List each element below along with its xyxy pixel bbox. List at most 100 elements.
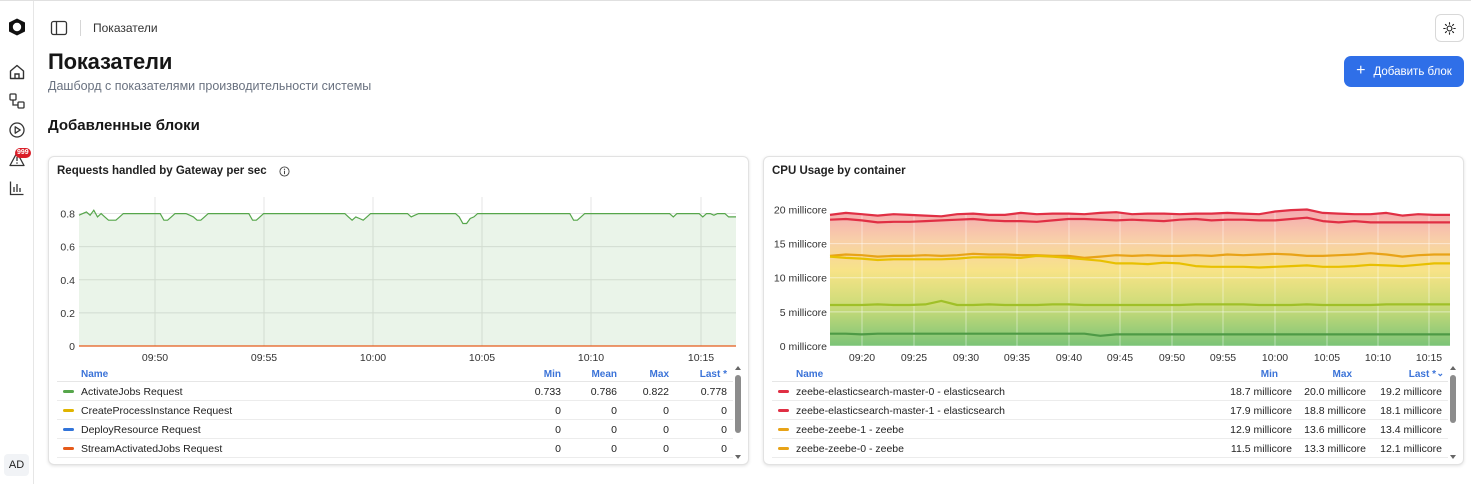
col-name[interactable]: Name — [796, 369, 823, 380]
value-mean: 0 — [611, 424, 617, 436]
processes-icon[interactable] — [7, 91, 27, 111]
series-name: ActivateJobs Request — [81, 386, 183, 398]
x-tick-label: 09:50 — [1159, 352, 1185, 362]
series-color-swatch — [63, 409, 74, 412]
value-max: 13.6 millicore — [1304, 424, 1366, 436]
value-max: 0.822 — [642, 386, 669, 398]
legend-table: Name Min Mean Max Last * ActivateJobs Re… — [57, 365, 733, 458]
y-tick-label: 0.8 — [60, 209, 75, 221]
panel-requests-gateway[interactable]: 0 0.2 0.4 0.6 0.8 09:50 09:55 10:00 10:05 10:10 10… — [48, 156, 749, 465]
col-mean[interactable]: Mean — [591, 369, 617, 380]
y-tick-label: 0.4 — [60, 275, 75, 287]
legend-row[interactable]: zeebe-zeebe-1 - zeebe 12.9 millicore 13.6 … — [772, 420, 1448, 439]
y-tick-label: 10 millicore — [774, 273, 827, 285]
x-tick-label: 10:00 — [1262, 352, 1288, 362]
avatar[interactable]: AD — [4, 454, 29, 476]
add-block-label: Добавить блок — [1373, 65, 1452, 78]
series-name: StreamActivatedJobs Request — [81, 443, 223, 455]
plus-icon: + — [1356, 61, 1366, 79]
panel-title: Requests handled by Gateway per sec — [57, 165, 267, 177]
value-min: 0 — [555, 443, 561, 455]
legend-scrollbar[interactable] — [734, 365, 742, 460]
info-icon[interactable] — [279, 165, 290, 177]
add-block-button[interactable]: + Добавить блок — [1344, 56, 1464, 87]
legend-row[interactable]: ActivateJobs Request 0.733 0.786 0.822 0.778 — [57, 382, 733, 401]
home-icon[interactable] — [7, 62, 27, 82]
play-icon[interactable] — [7, 120, 27, 140]
col-min[interactable]: Min — [544, 369, 561, 380]
series-color-swatch — [778, 390, 789, 393]
panel-title: CPU Usage by container — [772, 165, 906, 177]
y-tick-label: 0.6 — [60, 242, 75, 254]
series-color-swatch — [778, 428, 789, 431]
series-color-swatch — [63, 428, 74, 431]
chart-icon[interactable] — [7, 178, 27, 198]
series-area — [79, 210, 736, 346]
series-name: zeebe-zeebe-1 - zeebe — [796, 424, 904, 436]
sidebar-toggle-icon[interactable] — [48, 17, 70, 39]
col-last[interactable]: Last * — [700, 369, 727, 380]
x-tick-label: 10:05 — [469, 352, 495, 362]
x-tick-label: 09:20 — [849, 352, 875, 362]
value-min: 12.9 millicore — [1230, 424, 1292, 436]
logo-icon[interactable] — [7, 17, 27, 37]
col-min[interactable]: Min — [1261, 369, 1278, 380]
x-tick-label: 10:15 — [1416, 352, 1442, 362]
legend-row[interactable]: zeebe-zeebe-0 - zeebe 11.5 millicore 13.3 … — [772, 439, 1448, 458]
y-tick-label: 0.2 — [60, 308, 75, 320]
col-last[interactable]: Last * — [1409, 369, 1436, 380]
series-color-swatch — [778, 447, 789, 450]
panel-cpu-usage[interactable]: 0 millicore 5 millicore 10 millicore 15 mil… — [763, 156, 1464, 465]
x-tick-label: 09:30 — [953, 352, 979, 362]
breadcrumb: Показатели — [93, 21, 158, 35]
value-max: 0 — [663, 424, 669, 436]
value-max: 18.8 millicore — [1304, 405, 1366, 417]
legend-row[interactable]: StreamActivatedJobs Request 0 0 0 0 — [57, 439, 733, 458]
top-header: Показатели — [48, 14, 158, 42]
legend-table: Name Min Max Last * ⌄ zeebe-elasticsearc… — [772, 365, 1448, 458]
value-last: 0.778 — [700, 386, 727, 398]
sun-icon — [1443, 21, 1456, 35]
value-last: 0 — [721, 443, 727, 455]
value-last: 0 — [721, 405, 727, 417]
series-name: zeebe-elasticsearch-master-0 - elasticse… — [796, 386, 1005, 398]
x-tick-label: 09:40 — [1056, 352, 1082, 362]
sort-chevron-icon[interactable]: ⌄ — [1436, 368, 1444, 379]
legend-row[interactable]: zeebe-elasticsearch-master-1 - elasticse… — [772, 401, 1448, 420]
series-color-swatch — [63, 390, 74, 393]
legend-row[interactable]: zeebe-elasticsearch-master-0 - elasticse… — [772, 382, 1448, 401]
x-tick-label: 10:15 — [688, 352, 714, 362]
value-last: 12.1 millicore — [1380, 443, 1442, 455]
legend-row[interactable]: CreateProcessInstance Request 0 0 0 0 — [57, 401, 733, 420]
col-max[interactable]: Max — [1333, 369, 1352, 380]
value-last: 13.4 millicore — [1380, 424, 1442, 436]
x-tick-label: 10:10 — [578, 352, 604, 362]
y-tick-label: 20 millicore — [774, 204, 827, 216]
x-tick-label: 10:05 — [1314, 352, 1340, 362]
x-tick-label: 10:10 — [1365, 352, 1391, 362]
theme-toggle-button[interactable] — [1435, 14, 1464, 42]
legend-scrollbar[interactable] — [1449, 365, 1457, 460]
series-name: CreateProcessInstance Request — [81, 405, 233, 417]
series-color-swatch — [63, 447, 74, 450]
x-tick-label: 09:35 — [1004, 352, 1030, 362]
x-tick-label: 09:55 — [251, 352, 277, 362]
x-tick-label: 09:50 — [142, 352, 168, 362]
value-min: 0 — [555, 405, 561, 417]
value-last: 0 — [721, 424, 727, 436]
value-min: 0 — [555, 424, 561, 436]
value-mean: 0 — [611, 405, 617, 417]
legend-row[interactable]: DeployResource Request 0 0 0 0 — [57, 420, 733, 439]
page-title: Показатели — [48, 49, 173, 74]
col-max[interactable]: Max — [650, 369, 669, 380]
y-tick-label: 0 millicore — [780, 341, 827, 353]
series-color-swatch — [778, 409, 789, 412]
y-tick-label: 15 millicore — [774, 239, 827, 251]
series-name: DeployResource Request — [81, 424, 201, 436]
col-name[interactable]: Name — [81, 369, 108, 380]
value-min: 18.7 millicore — [1230, 386, 1292, 398]
page-subtitle: Дашборд с показателями производительност… — [48, 79, 372, 93]
value-mean: 0.786 — [590, 386, 617, 398]
x-tick-label: 09:25 — [901, 352, 927, 362]
x-tick-label: 09:55 — [1210, 352, 1236, 362]
